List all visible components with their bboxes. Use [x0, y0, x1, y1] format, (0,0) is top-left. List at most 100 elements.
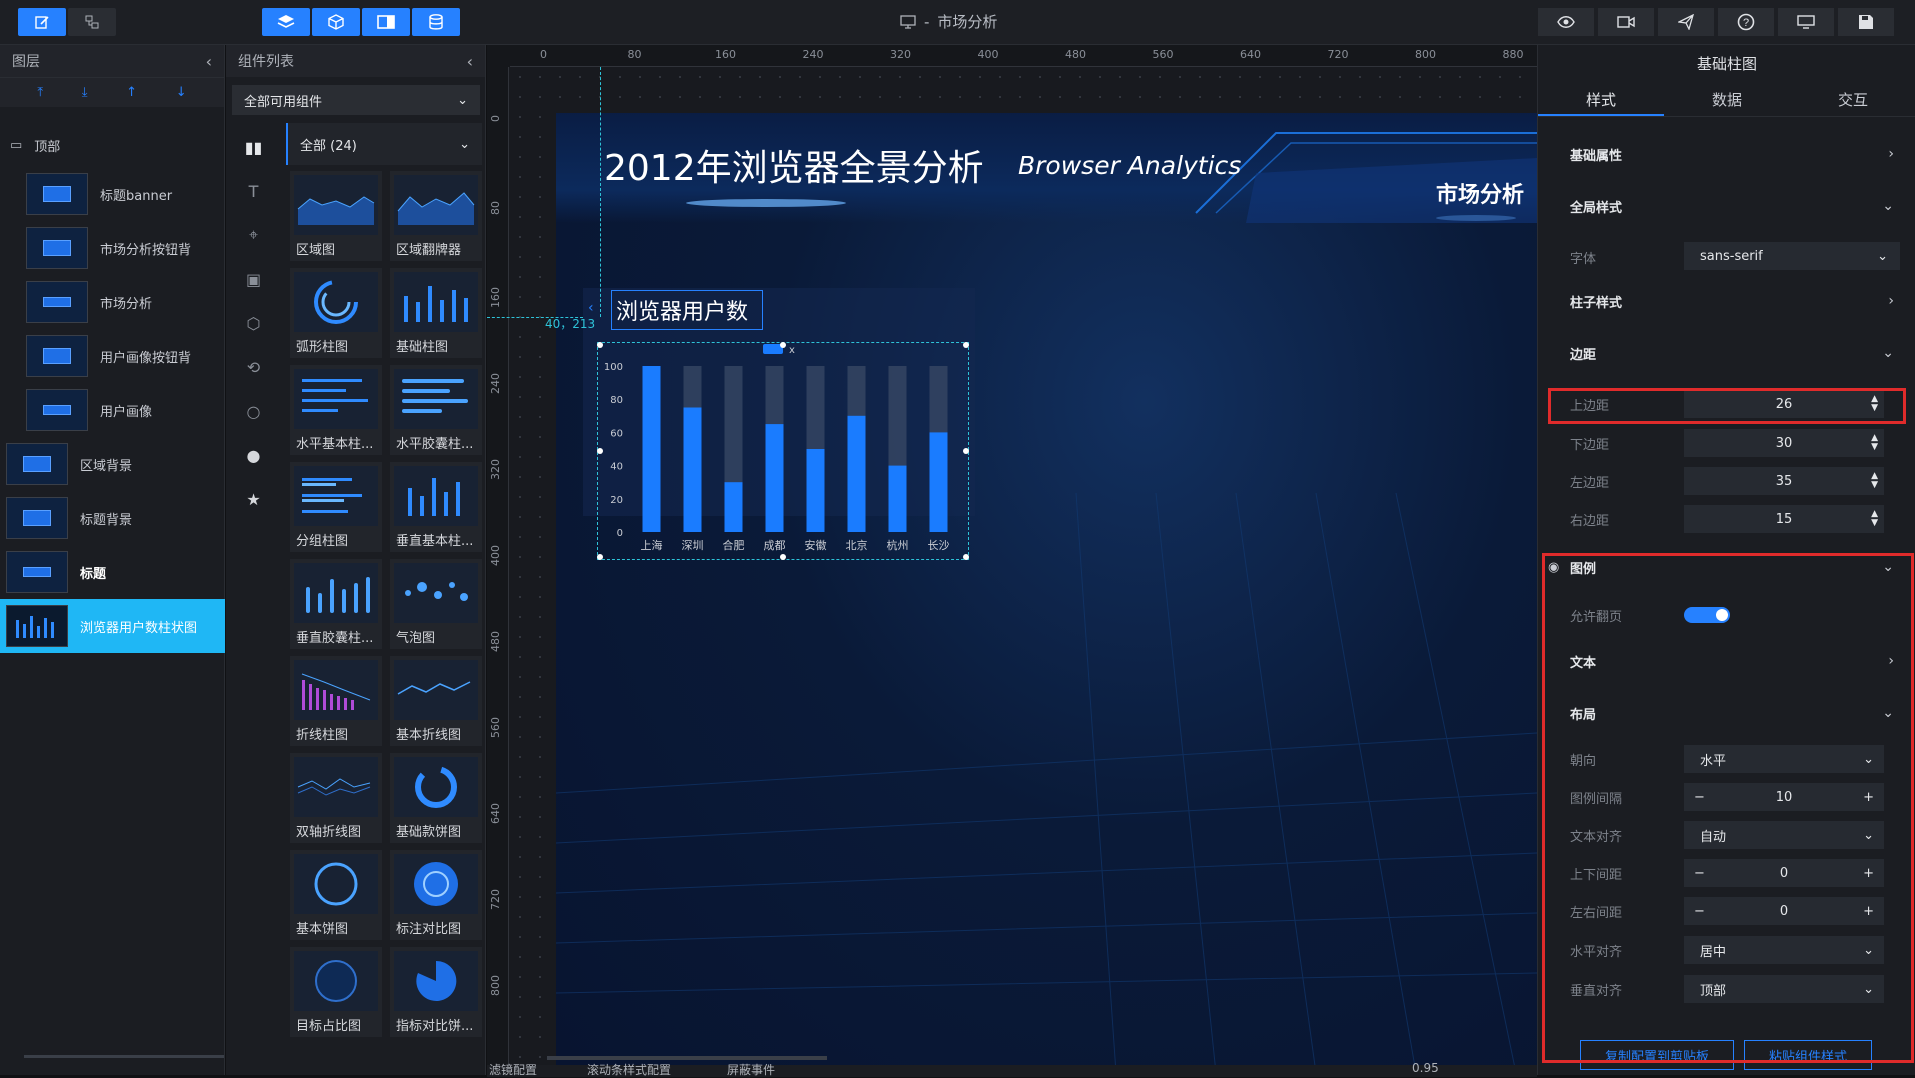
bar-chart-icon[interactable]: ▮▮ — [226, 125, 281, 169]
margin-left-input[interactable]: 35 ▲ ▼ — [1684, 467, 1884, 495]
component-card[interactable]: 弧形柱图 — [290, 268, 382, 358]
component-card[interactable]: 区域翻牌器 — [390, 171, 482, 261]
component-card[interactable]: 双轴折线图 — [290, 753, 382, 843]
panel-icon[interactable] — [362, 8, 410, 36]
stepper-icon[interactable]: ▲ ▼ — [1871, 472, 1878, 490]
horizontal-scrollbar[interactable] — [547, 1056, 827, 1060]
help-icon[interactable]: ? — [1718, 8, 1774, 36]
circle-icon[interactable]: ○ — [226, 389, 281, 433]
layer-item-selected[interactable]: 浏览器用户数柱状图 — [0, 599, 225, 653]
move-up-icon[interactable]: ↑ — [126, 85, 137, 100]
resize-handle[interactable] — [597, 342, 603, 348]
resize-handle[interactable] — [780, 554, 786, 560]
resize-handle[interactable] — [963, 448, 969, 454]
resize-handle[interactable] — [963, 554, 969, 560]
resize-handle[interactable] — [780, 342, 786, 348]
layer-thumbnail — [6, 497, 68, 539]
layer-item[interactable]: 市场分析按钮背 — [0, 221, 225, 275]
tab-style[interactable]: 样式 — [1538, 85, 1664, 116]
layer-item[interactable]: 用户画像按钮背 — [0, 329, 225, 383]
section-global-style[interactable]: 全局样式 ⌄ — [1538, 195, 1915, 217]
component-card[interactable]: 水平基本柱... — [290, 365, 382, 455]
database-icon[interactable] — [412, 8, 460, 36]
layer-item[interactable]: 标题banner — [0, 167, 225, 221]
zoom-value[interactable]: 0.95 — [1412, 1061, 1439, 1075]
layer-item[interactable]: 标题 — [0, 545, 225, 599]
star-icon[interactable]: ★ — [226, 477, 281, 521]
component-card[interactable]: 目标占比图 — [290, 947, 382, 1037]
layer-item[interactable]: 标题背景 — [0, 491, 225, 545]
cube-icon[interactable] — [312, 8, 360, 36]
save-icon[interactable] — [1838, 8, 1894, 36]
component-card[interactable]: 折线柱图 — [290, 656, 382, 746]
component-card[interactable]: 指标对比饼... — [390, 947, 482, 1037]
text-icon[interactable]: T — [226, 169, 281, 213]
tab-interaction[interactable]: 交互 — [1790, 85, 1915, 116]
layer-thumbnail — [26, 335, 88, 377]
folder-icon: ▭ — [10, 137, 23, 153]
layers-icon[interactable] — [262, 8, 310, 36]
media-icon[interactable]: ▣ — [226, 257, 281, 301]
collapse-icon[interactable]: ‹ — [467, 52, 473, 71]
resize-handle[interactable] — [597, 448, 603, 454]
component-card-label: 气泡图 — [396, 631, 436, 646]
publish-icon[interactable] — [1658, 8, 1714, 36]
collapse-icon[interactable]: ‹ — [206, 52, 212, 71]
ruler-corner-icon[interactable] — [487, 45, 510, 67]
scroll-config-label[interactable]: 滚动条样式配置 — [587, 1061, 671, 1078]
interaction-icon[interactable]: ⟲ — [226, 345, 281, 389]
section-bar-style[interactable]: 柱子样式 › — [1538, 290, 1915, 312]
component-filter-select[interactable]: 全部可用组件 ⌄ — [232, 85, 480, 115]
layer-thumbnail — [26, 173, 88, 215]
record-icon[interactable] — [1598, 8, 1654, 36]
component-card[interactable]: 区域图 — [290, 171, 382, 261]
cube-icon[interactable]: ⬡ — [226, 301, 281, 345]
user-icon[interactable]: ● — [226, 433, 281, 477]
component-card[interactable]: 标注对比图 — [390, 850, 482, 940]
layer-item-label: 市场分析 — [100, 296, 153, 312]
section-basic[interactable]: 基础属性 › — [1538, 143, 1915, 165]
component-card[interactable]: 垂直基本柱... — [390, 462, 482, 552]
screen-icon[interactable] — [1778, 8, 1834, 36]
component-card[interactable]: 气泡图 — [390, 559, 482, 649]
category-select[interactable]: 全部 (24) ⌄ — [286, 123, 482, 165]
layer-item[interactable]: 区域背景 — [0, 437, 225, 491]
component-card[interactable]: 基础柱图 — [390, 268, 482, 358]
preview-icon[interactable] — [1538, 8, 1594, 36]
component-card-label: 标注对比图 — [396, 922, 462, 937]
component-card[interactable]: 基本饼图 — [290, 850, 382, 940]
legend-marker — [763, 344, 783, 354]
layer-item[interactable]: 市场分析 — [0, 275, 225, 329]
chart-component[interactable]: 浏览器用户数 ‹ x 0 20 40 60 80 100 上海 深圳 合肥 成都 安徽 北京 杭州 长沙 — [583, 288, 975, 560]
share-icon[interactable] — [68, 8, 116, 36]
layer-item[interactable]: 用户画像 — [0, 383, 225, 437]
editor-canvas[interactable]: 0 80 160 240 320 400 480 560 640 720 800 880 0 80 160… — [487, 45, 1537, 1078]
component-card[interactable]: 分组柱图 — [290, 462, 382, 552]
tab-data[interactable]: 数据 — [1664, 85, 1790, 116]
margin-bottom-input[interactable]: 30 ▲ ▼ — [1684, 429, 1884, 457]
stepper-icon[interactable]: ▲ ▼ — [1871, 434, 1878, 452]
resize-handle[interactable] — [597, 554, 603, 560]
component-card[interactable]: 基础款饼图 — [390, 753, 482, 843]
margin-right-input[interactable]: 15 ▲ ▼ — [1684, 505, 1884, 533]
layer-scrollbar[interactable] — [24, 1055, 224, 1058]
component-card[interactable]: 垂直胶囊柱... — [290, 559, 382, 649]
move-down-icon[interactable]: ↓ — [176, 85, 187, 100]
field-label: 下边距 — [1570, 437, 1610, 453]
shield-event-label[interactable]: 屏蔽事件 — [727, 1061, 775, 1078]
filter-config-label[interactable]: 滤镜配置 — [489, 1061, 537, 1078]
map-pin-icon[interactable]: ⌖ — [226, 213, 281, 257]
panel-title[interactable]: 浏览器用户数 — [611, 290, 763, 330]
component-card[interactable]: 基本折线图 — [390, 656, 482, 746]
font-select[interactable]: sans-serif ⌄ — [1684, 242, 1900, 270]
resize-handle[interactable] — [963, 342, 969, 348]
section-margin[interactable]: 边距 ⌄ — [1538, 342, 1915, 364]
stepper-icon[interactable]: ▲ ▼ — [1871, 510, 1878, 528]
bar — [642, 366, 661, 532]
ruler-tick-label: 160 — [715, 48, 736, 61]
move-bottom-icon[interactable]: ⤓ — [82, 85, 88, 100]
layer-group-top[interactable]: ▭ 顶部 — [0, 125, 225, 165]
component-card[interactable]: 水平胶囊柱... — [390, 365, 482, 455]
move-top-icon[interactable]: ⤒ — [37, 85, 43, 100]
edit-icon[interactable] — [18, 8, 66, 36]
